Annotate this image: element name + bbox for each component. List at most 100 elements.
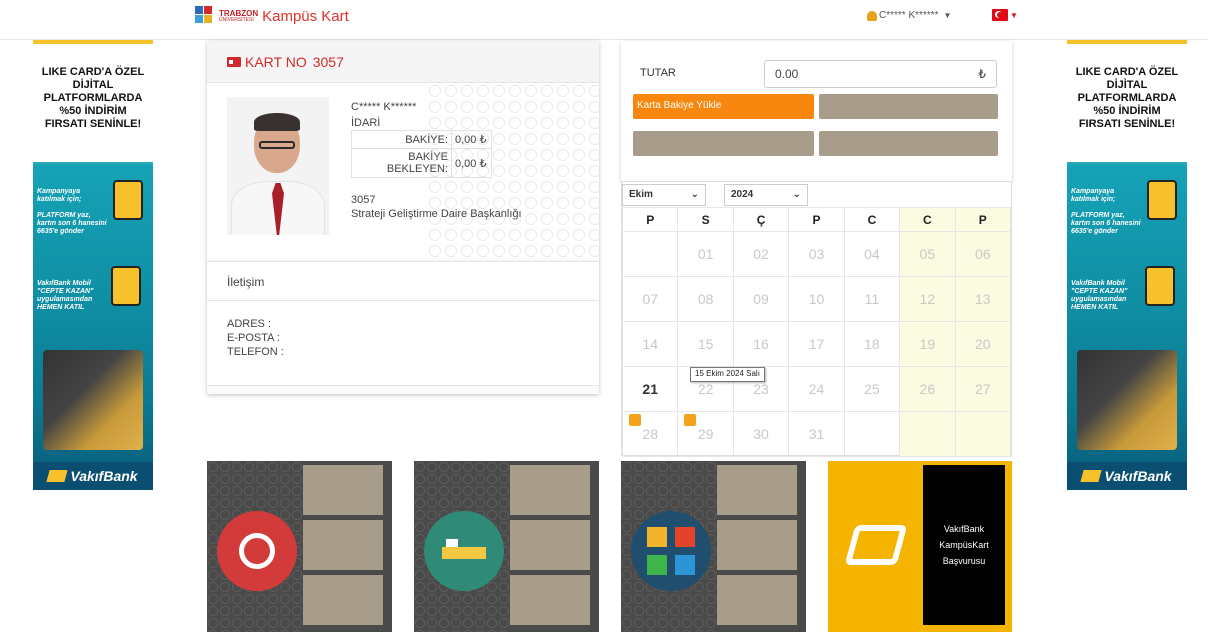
amount-value: 0.00	[775, 67, 799, 81]
banner-promo-small: Kampanyaya katılmak için;	[37, 188, 97, 204]
calendar-day-number: 28	[642, 426, 658, 442]
calendar-week: 28 29 30 31	[621, 411, 1012, 457]
calendar-day[interactable]: 05	[899, 231, 956, 277]
vakifbank-brand-text: VakıfBank	[70, 468, 138, 484]
calendar-day[interactable]: 14	[621, 321, 679, 367]
calendar-day[interactable]	[899, 411, 956, 457]
calendar-day[interactable]: 29	[677, 411, 734, 457]
contact-title: İletişim	[227, 275, 265, 289]
vakifbank-ad-banner-right[interactable]: LIKE CARD'A ÖZEL DİJİTAL PLATFORMLARDA %…	[1067, 40, 1187, 490]
language-menu-toggle[interactable]: ▼	[992, 9, 1018, 21]
calendar-day[interactable]: 26	[899, 366, 956, 412]
calendar-day[interactable]	[843, 411, 901, 457]
month-select[interactable]: Ekim ⌄	[622, 183, 706, 206]
vakifbank-application-panel[interactable]: VakıfBank KampüsKart Başvurusu	[923, 465, 1005, 625]
phone-sms-icon	[113, 180, 143, 220]
calendar-day[interactable]: 08	[677, 276, 734, 322]
user-menu-toggle[interactable]: C***** K****** ▼	[867, 10, 951, 21]
calendar-day[interactable]: 03	[788, 231, 845, 277]
calendar-day[interactable]: 27	[954, 366, 1012, 412]
banner-promo-2: VakıfBank Mobil "CEPTE KAZAN" uygulaması…	[37, 280, 109, 312]
vakifbank-application-tile[interactable]: VakıfBank KampüsKart Başvurusu	[828, 461, 1012, 632]
load-balance-button[interactable]: Karta Bakiye Yükle	[633, 94, 814, 119]
year-select[interactable]: 2024 ⌄	[724, 183, 808, 206]
topup-option-button-2[interactable]	[633, 131, 814, 156]
pending-balance-value: 0,00 ₺	[451, 148, 492, 178]
calendar-day[interactable]: 07	[621, 276, 679, 322]
calendar-day-today[interactable]: 21	[621, 366, 679, 412]
calendar-day[interactable]: 19	[899, 321, 956, 367]
calendar-week: 01 02 03 04 05 06	[621, 231, 1012, 277]
calendar-day[interactable]	[954, 411, 1012, 457]
chevron-down-icon: ⌄	[690, 188, 699, 200]
calendar-day[interactable]: 09	[732, 276, 790, 322]
calendar-day[interactable]: 10	[788, 276, 845, 322]
dormitory-option-1[interactable]	[510, 465, 590, 515]
calendar-day[interactable]: 17	[788, 321, 845, 367]
calendar-day[interactable]: 06	[954, 231, 1012, 277]
event-marker-icon[interactable]	[684, 414, 697, 426]
club-option-3[interactable]	[717, 575, 797, 625]
dormitory-tile[interactable]	[414, 461, 599, 632]
calendar-day[interactable]: 12	[899, 276, 956, 322]
vakifbank-tile-line-2: KampüsKart	[939, 540, 989, 550]
phone-hand-icon	[111, 266, 141, 306]
caret-down-icon: ▼	[1010, 10, 1018, 20]
dormitory-option-2[interactable]	[510, 520, 590, 570]
calendar-day[interactable]: 31	[788, 411, 845, 457]
topup-option-button-3[interactable]	[819, 131, 998, 156]
month-select-value: Ekim	[629, 188, 653, 200]
dormitory-option-3[interactable]	[510, 575, 590, 625]
calendar-day[interactable]: 11	[843, 276, 901, 322]
year-select-value: 2024	[731, 188, 754, 200]
balance-row: BAKİYE: 0,00 ₺	[351, 130, 492, 149]
university-logo-icon	[195, 6, 215, 26]
club-tile[interactable]	[621, 461, 806, 632]
calendar-day[interactable]	[621, 231, 679, 277]
promo2-text: VakıfBank Mobil "CEPTE KAZAN" uygulaması…	[1071, 280, 1128, 311]
vakifbank-ad-banner-left[interactable]: LIKE CARD'A ÖZEL DİJİTAL PLATFORMLARDA %…	[33, 40, 153, 490]
holder-role: İDARİ	[351, 117, 381, 129]
calendar-day[interactable]: 30	[732, 411, 790, 457]
vakifbank-tile-line-3: Başvurusu	[942, 556, 986, 566]
topup-option-button-1[interactable]	[819, 94, 998, 119]
calendar-day[interactable]: 25	[843, 366, 901, 412]
meal-option-2[interactable]	[303, 520, 383, 570]
club-option-1[interactable]	[717, 465, 797, 515]
calendar-day[interactable]: 02	[732, 231, 790, 277]
vakifbank-logo-bar: VakıfBank	[1067, 462, 1187, 490]
calendar-day[interactable]: 20	[954, 321, 1012, 367]
calendar-day[interactable]: 28	[621, 411, 679, 457]
club-option-2[interactable]	[717, 520, 797, 570]
turkish-flag-icon	[992, 9, 1008, 21]
calendar-day[interactable]: 15	[677, 321, 734, 367]
banner-headline: LIKE CARD'A ÖZEL DİJİTAL PLATFORMLARDA %…	[1075, 66, 1179, 130]
date-tooltip: 15 Ekim 2024 Salı	[690, 367, 765, 382]
amount-label: TUTAR	[640, 67, 676, 79]
calendar-day[interactable]: 13	[954, 276, 1012, 322]
phone-label: TELEFON :	[227, 346, 284, 358]
vakifbank-tile-line-1: VakıfBank	[943, 524, 985, 534]
card-holder-info: C***** K****** İDARİ BAKİYE: 0,00 ₺ BAKİ…	[351, 101, 522, 220]
event-marker-icon[interactable]	[629, 414, 641, 426]
weekday-sat: C	[899, 207, 956, 232]
meal-option-1[interactable]	[303, 465, 383, 515]
banner-promo-1: PLATFORM yaz, kartın son 6 hanesini 6635…	[1071, 212, 1145, 236]
card-panel-header: KART NO 3057	[207, 41, 599, 83]
weekday-row: P S Ç P C C P	[621, 207, 1012, 232]
amount-input[interactable]: 0.00 ₺	[764, 60, 997, 88]
top-navbar: TRABZON ÜNİVERSİTESİ Kampüs Kart C***** …	[0, 0, 1208, 40]
calendar-day[interactable]: 01	[677, 231, 734, 277]
calendar-day[interactable]: 18	[843, 321, 901, 367]
calendar-day[interactable]: 16	[732, 321, 790, 367]
meal-tile[interactable]	[207, 461, 392, 632]
vakifbank-logo-bar: VakıfBank	[33, 462, 153, 490]
brand-logo[interactable]: TRABZON ÜNİVERSİTESİ Kampüs Kart	[195, 6, 349, 26]
weekday-fri: C	[843, 207, 901, 232]
holder-department: Strateji Geliştirme Daire Başkanlığı	[351, 208, 522, 220]
hands-together-icon	[631, 511, 711, 591]
pending-balance-label: BAKİYE BEKLEYEN:	[351, 148, 452, 178]
calendar-day[interactable]: 04	[843, 231, 901, 277]
calendar-day[interactable]: 24	[788, 366, 845, 412]
meal-option-3[interactable]	[303, 575, 383, 625]
